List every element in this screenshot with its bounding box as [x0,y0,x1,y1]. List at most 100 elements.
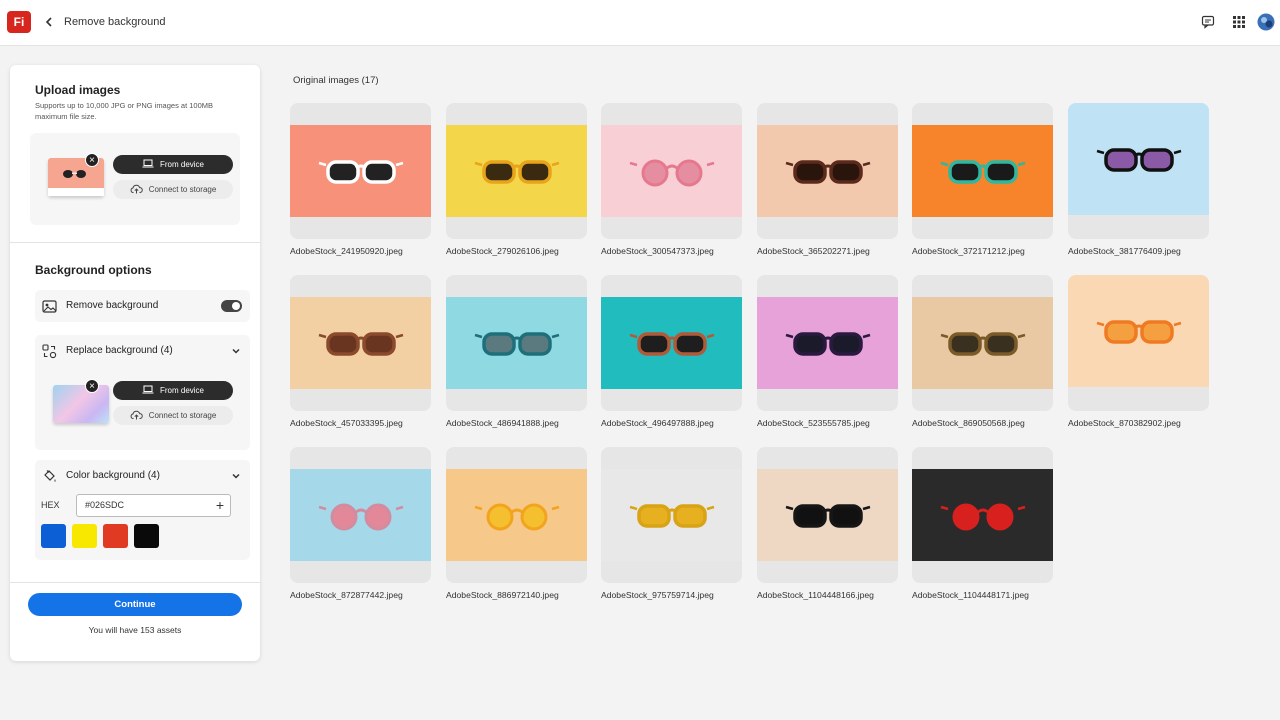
image-filename: AdobeStock_457033395.jpeg [290,418,403,428]
laptop-icon [142,385,154,396]
chat-icon[interactable] [1198,12,1218,32]
image-filename: AdobeStock_381776409.jpeg [1068,246,1181,256]
image-filename: AdobeStock_869050568.jpeg [912,418,1025,428]
color-swatch[interactable] [41,524,66,548]
top-bar: Fi Remove background [0,0,1280,46]
connect-storage-label: Connect to storage [148,185,217,194]
sunglasses-image [318,503,403,531]
image-filename: AdobeStock_975759714.jpeg [601,590,714,600]
remove-background-toggle[interactable] [221,300,242,312]
replace-connect-storage-button[interactable]: Connect to storage [113,406,233,425]
replace-background-label: Replace background (4) [66,345,173,356]
image-tile[interactable] [1068,103,1209,239]
sunglasses-image [940,503,1025,531]
sunglasses-image [318,332,403,356]
image-tile[interactable] [757,447,898,583]
image-tile[interactable] [446,275,587,411]
color-background-option[interactable]: Color background (4) [35,460,250,492]
cloud-upload-icon [130,410,143,422]
image-filename: AdobeStock_523555785.jpeg [757,418,870,428]
replace-from-device-label: From device [159,386,204,395]
image-preview [446,469,587,561]
image-tile[interactable] [446,447,587,583]
sunglasses-image [629,504,714,528]
apps-grid-icon[interactable] [1229,12,1249,32]
image-tile[interactable] [912,447,1053,583]
remove-background-option[interactable]: Remove background [35,290,250,322]
sunglasses-image [1096,320,1181,344]
sunglasses-image [785,504,870,528]
image-icon [40,297,58,315]
replace-from-device-button[interactable]: From device [113,381,233,400]
image-preview [290,297,431,389]
image-preview [912,469,1053,561]
image-filename: AdobeStock_870382902.jpeg [1068,418,1181,428]
laptop-icon [142,159,154,170]
gallery-title: Original images (17) [293,75,379,86]
image-filename: AdobeStock_372171212.jpeg [912,246,1025,256]
hex-label: HEX [41,500,60,510]
add-color-button[interactable]: + [213,497,227,513]
remove-background-thumbnail-button[interactable]: × [85,379,99,393]
sunglasses-image [785,332,870,356]
sunglasses-image [1096,148,1181,172]
continue-button[interactable]: Continue [28,593,242,616]
chevron-down-icon[interactable] [230,344,242,356]
back-icon[interactable] [42,14,56,30]
image-tile[interactable] [601,275,742,411]
paint-bucket-icon [40,467,58,485]
image-filename: AdobeStock_872877442.jpeg [290,590,403,600]
image-tile[interactable] [601,103,742,239]
image-tile[interactable] [601,447,742,583]
sunglasses-image [474,160,559,184]
page-title: Remove background [64,16,166,28]
image-preview [601,469,742,561]
background-options-title: Background options [35,263,152,277]
image-tile[interactable] [757,103,898,239]
divider [10,582,260,583]
from-device-label: From device [159,160,204,169]
color-swatch[interactable] [134,524,159,548]
upload-title: Upload images [35,83,121,97]
sunglasses-image [940,160,1025,184]
image-preview [446,297,587,389]
color-swatch[interactable] [72,524,97,548]
avatar[interactable] [1256,12,1276,32]
image-tile[interactable] [912,275,1053,411]
background-thumbnail [53,385,109,423]
cloud-upload-icon [130,184,143,196]
image-filename: AdobeStock_241950920.jpeg [290,246,403,256]
image-preview [290,469,431,561]
image-filename: AdobeStock_486941888.jpeg [446,418,559,428]
image-preview [290,125,431,217]
image-tile[interactable] [290,103,431,239]
sunglasses-image [629,159,714,187]
image-filename: AdobeStock_365202271.jpeg [757,246,870,256]
remove-background-label: Remove background [66,300,159,311]
image-filename: AdobeStock_300547373.jpeg [601,246,714,256]
image-filename: AdobeStock_886972140.jpeg [446,590,559,600]
image-tile[interactable] [290,447,431,583]
assets-note: You will have 153 assets [88,625,182,635]
upload-hint: Supports up to 10,000 JPG or PNG images … [35,101,214,121]
image-tile[interactable] [912,103,1053,239]
sunglasses-image [474,503,559,531]
options-panel: Upload images Supports up to 10,000 JPG … [10,65,260,661]
remove-thumbnail-button[interactable]: × [85,153,99,167]
image-tile[interactable] [1068,275,1209,411]
divider [10,242,260,243]
from-device-button[interactable]: From device [113,155,233,174]
hex-color-input[interactable]: #026SDC [76,494,231,517]
image-tile[interactable] [446,103,587,239]
sunglasses-image [318,160,403,184]
image-filename: AdobeStock_279026106.jpeg [446,246,559,256]
chevron-down-icon[interactable] [230,469,242,481]
image-tile[interactable] [290,275,431,411]
app-logo[interactable]: Fi [7,11,31,33]
color-swatch[interactable] [103,524,128,548]
image-preview [446,125,587,217]
image-tile[interactable] [757,275,898,411]
connect-storage-button[interactable]: Connect to storage [113,180,233,199]
replace-icon [40,342,58,360]
replace-background-option[interactable]: Replace background (4) [35,335,250,367]
